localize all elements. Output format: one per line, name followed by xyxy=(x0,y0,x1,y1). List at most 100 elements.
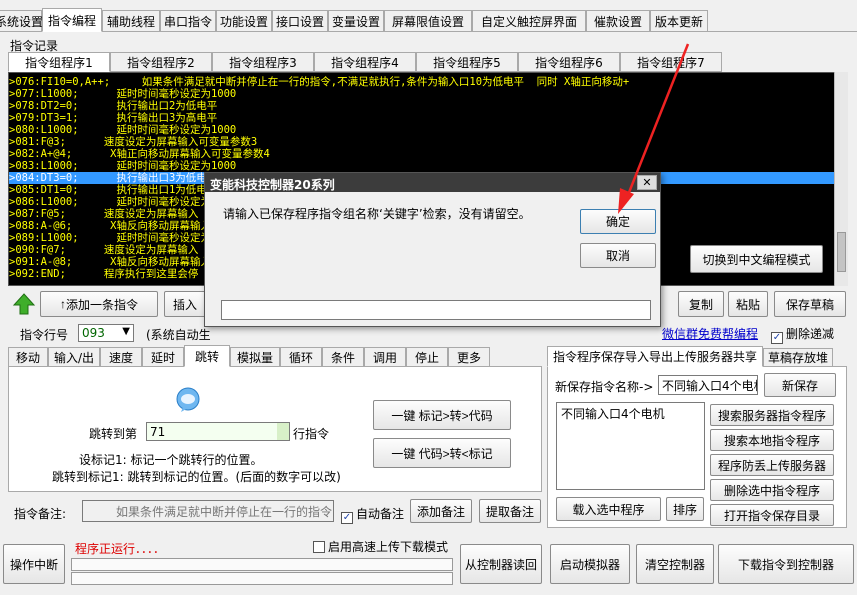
upload-server-button[interactable]: 程序防丢上传服务器 xyxy=(710,454,834,476)
remark-label: 指令备注: xyxy=(14,507,67,521)
main-tab-2[interactable]: 辅助线程 xyxy=(102,10,160,32)
save-panel: 新保存指令名称-> 不同输入口4个电机 新保存 不同输入口4个电机 搜索服务器指… xyxy=(547,366,847,528)
add-command-button[interactable]: ↑ 添加一条指令 xyxy=(40,291,158,317)
save-name-input[interactable]: 不同输入口4个电机 xyxy=(658,375,758,395)
jump-panel: 跳转到第 71 行指令 一键 标记>转>代码 一键 代码>转<标记 设标记1: … xyxy=(8,366,542,492)
open-dir-button[interactable]: 打开指令保存目录 xyxy=(710,504,834,526)
dialog-title: 变能科技控制器20系列 xyxy=(210,178,335,192)
group-tab-2[interactable]: 指令组程序2 xyxy=(110,52,212,72)
clear-controller-button[interactable]: 清空控制器 xyxy=(636,544,714,584)
code-line[interactable]: >077:L1000; 延时时间毫秒设定为1000 xyxy=(9,88,847,100)
status-text: 程序正运行．．．． xyxy=(75,542,166,556)
code-line[interactable]: >080:L1000; 延时时间毫秒设定为1000 xyxy=(9,124,847,136)
copy-button[interactable]: 复制 xyxy=(678,291,724,317)
search-server-button[interactable]: 搜索服务器指令程序 xyxy=(710,404,834,426)
cmd-tab-4[interactable]: 跳转 xyxy=(184,345,230,367)
search-local-button[interactable]: 搜索本地指令程序 xyxy=(710,429,834,451)
cmd-tab-6[interactable]: 循环 xyxy=(280,347,322,367)
progress-bar xyxy=(71,558,453,571)
new-save-button[interactable]: 新保存 xyxy=(764,373,836,397)
cancel-button[interactable]: 取消 xyxy=(580,243,656,268)
main-tab-strip: 系统设置 指令编程 辅助线程 串口指令 功能设置 接口设置 变量设置 屏幕限值设置 自定义触控屏… xyxy=(0,8,857,32)
read-back-button[interactable]: 从控制器读回 xyxy=(460,544,542,584)
cmd-tab-8[interactable]: 调用 xyxy=(364,347,406,367)
program-list[interactable]: 不同输入口4个电机 xyxy=(556,402,705,490)
cmd-tab-5[interactable]: 模拟量 xyxy=(230,347,280,367)
cmd-tab-2[interactable]: 速度 xyxy=(100,347,142,367)
jump-to-label: 跳转到第 xyxy=(89,427,138,441)
line-number-note: (系统自动生 xyxy=(146,328,211,342)
check-icon: ✓ xyxy=(771,332,783,344)
code-line[interactable]: >078:DT2=0; 执行输出口2为低电平 xyxy=(9,100,847,112)
extract-remark-button[interactable]: 提取备注 xyxy=(479,499,541,523)
cmd-tab-10[interactable]: 更多 xyxy=(448,347,490,367)
code-line[interactable]: >081:F@3; 速度设定为屏幕输入可变量参数3 xyxy=(9,136,847,148)
wechat-help-link[interactable]: 微信群免费帮编程 xyxy=(662,325,758,342)
chevron-down-icon xyxy=(277,423,289,440)
scrollbar-thumb[interactable] xyxy=(837,232,846,272)
group-tab-3[interactable]: 指令组程序3 xyxy=(212,52,314,72)
check-icon: ✓ xyxy=(341,512,353,524)
cmd-tab-0[interactable]: 移动 xyxy=(8,347,48,367)
simulator-button[interactable]: 启动模拟器 xyxy=(550,544,630,584)
add-remark-button[interactable]: 添加备注 xyxy=(410,499,472,523)
main-tab-5[interactable]: 接口设置 xyxy=(272,10,328,32)
code-scrollbar[interactable] xyxy=(834,72,848,286)
group-tab-4[interactable]: 指令组程序4 xyxy=(314,52,416,72)
delete-recursive-checkbox[interactable]: ✓ 删除递减 xyxy=(771,325,834,344)
code-line[interactable]: >076:FI10=0,A++; 如果条件满足就中断并停止在一行的指令,不满足就… xyxy=(9,76,847,88)
load-program-button[interactable]: 载入选中程序 xyxy=(556,497,661,521)
line-number-select[interactable]: 093 ▼ xyxy=(78,324,134,342)
jump-line-input[interactable]: 71 xyxy=(146,422,290,441)
main-tab-7[interactable]: 屏幕限值设置 xyxy=(384,10,472,32)
jump-desc-2: 跳转到标记1: 跳转到标记的位置。(后面的数字可以改) xyxy=(52,470,341,484)
group-tab-5[interactable]: 指令组程序5 xyxy=(416,52,518,72)
cmd-tab-3[interactable]: 延时 xyxy=(142,347,184,367)
main-tab-4[interactable]: 功能设置 xyxy=(216,10,272,32)
cmd-tab-7[interactable]: 条件 xyxy=(322,347,364,367)
highspeed-checkbox[interactable]: 启用高速上传下载模式 xyxy=(313,538,448,555)
checkbox-icon xyxy=(313,541,325,553)
switch-mode-button[interactable]: 切换到中文编程模式 xyxy=(690,245,823,273)
progress-bar-2 xyxy=(71,572,453,585)
jump-desc-1: 设标记1: 标记一个跳转行的位置。 xyxy=(79,453,263,467)
tab-save-import-export[interactable]: 指令程序保存导入导出上传服务器共享 xyxy=(547,346,763,367)
abort-button[interactable]: 操作中断 xyxy=(3,544,65,584)
main-tab-10[interactable]: 版本更新 xyxy=(650,10,708,32)
dialog-titlebar[interactable]: 变能科技控制器20系列 ✕ xyxy=(205,173,660,192)
code-line[interactable]: >079:DT3=1; 执行输出口3为高电平 xyxy=(9,112,847,124)
code-to-mark-button[interactable]: 一键 代码>转<标记 xyxy=(373,438,511,468)
tab-draft-pile[interactable]: 草稿存放堆 xyxy=(763,348,833,367)
main-tab-0[interactable]: 系统设置 xyxy=(0,10,43,32)
remark-input[interactable]: 如果条件满足就中断并停止在一行的指令 xyxy=(82,500,334,522)
download-button[interactable]: 下载指令到控制器 xyxy=(718,544,854,584)
main-tab-1[interactable]: 指令编程 xyxy=(42,8,102,32)
sort-button[interactable]: 排序 xyxy=(666,497,704,521)
cmd-tab-9[interactable]: 停止 xyxy=(406,347,448,367)
code-line[interactable]: >082:A+@4; X轴正向移动屏幕输入可变量参数4 xyxy=(9,148,847,160)
insert-button[interactable]: 插入 xyxy=(164,291,208,317)
main-tab-8[interactable]: 自定义触控屏界面 xyxy=(472,10,586,32)
delete-program-button[interactable]: 删除选中指令程序 xyxy=(710,479,834,501)
save-name-label: 新保存指令名称-> xyxy=(555,380,654,394)
main-tab-3[interactable]: 串口指令 xyxy=(160,10,216,32)
paste-button[interactable]: 粘贴 xyxy=(728,291,768,317)
main-tab-6[interactable]: 变量设置 xyxy=(328,10,384,32)
up-arrow-icon[interactable] xyxy=(12,292,36,316)
save-draft-button[interactable]: 保存草稿 xyxy=(774,291,846,317)
chevron-down-icon: ▼ xyxy=(122,326,130,337)
list-item[interactable]: 不同输入口4个电机 xyxy=(561,405,700,422)
cmd-tab-1[interactable]: 输入/出 xyxy=(48,347,100,367)
main-tab-9[interactable]: 催款设置 xyxy=(586,10,650,32)
dialog-input[interactable] xyxy=(221,300,651,320)
speech-bubble-icon xyxy=(175,387,201,413)
annotation-arrow-icon xyxy=(618,43,690,214)
group-tab-1[interactable]: 指令组程序1 xyxy=(8,52,110,72)
search-dialog: 变能科技控制器20系列 ✕ 请输入已保存程序指令组名称‘关键字’检索，没有请留空… xyxy=(204,172,661,327)
code-line[interactable]: >083:L1000; 延时时间毫秒设定为1000 xyxy=(9,160,847,172)
mark-to-code-button[interactable]: 一键 标记>转>代码 xyxy=(373,400,511,430)
dialog-message: 请输入已保存程序指令组名称‘关键字’检索，没有请留空。 xyxy=(223,207,531,221)
line-number-label: 指令行号 xyxy=(20,328,69,342)
jump-suffix-label: 行指令 xyxy=(293,427,330,441)
auto-remark-checkbox[interactable]: ✓ 自动备注 xyxy=(341,505,404,524)
